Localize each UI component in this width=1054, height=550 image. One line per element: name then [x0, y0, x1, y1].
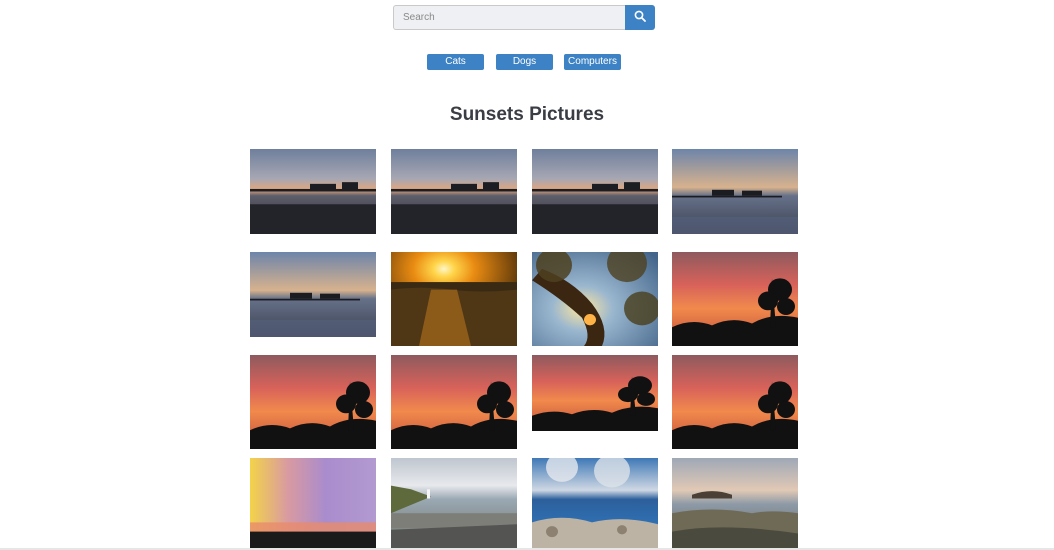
- gallery-image[interactable]: [391, 458, 517, 550]
- category-button-computers[interactable]: Computers: [564, 54, 621, 70]
- category-button-dogs[interactable]: Dogs: [496, 54, 553, 70]
- gallery-image[interactable]: [391, 252, 517, 346]
- search-button[interactable]: [625, 5, 655, 30]
- page: Cats Dogs Computers Sunsets Pictures: [0, 0, 1054, 550]
- gallery-image[interactable]: [532, 149, 658, 234]
- page-title: Sunsets Pictures: [449, 104, 605, 125]
- search-input[interactable]: [393, 5, 625, 30]
- gallery-image[interactable]: [672, 355, 798, 449]
- gallery-image[interactable]: [532, 252, 658, 346]
- search-bar: [393, 5, 655, 30]
- gallery-image[interactable]: [672, 252, 798, 346]
- gallery-image[interactable]: [250, 252, 376, 337]
- search-icon: [634, 10, 646, 25]
- gallery-image[interactable]: [672, 149, 798, 234]
- gallery-image[interactable]: [672, 458, 798, 550]
- gallery-image[interactable]: [250, 355, 376, 449]
- gallery-image[interactable]: [532, 458, 658, 550]
- gallery-image[interactable]: [250, 149, 376, 234]
- gallery-image[interactable]: [250, 458, 376, 550]
- gallery-image[interactable]: [532, 355, 658, 431]
- gallery-image[interactable]: [391, 355, 517, 449]
- category-button-cats[interactable]: Cats: [427, 54, 484, 70]
- gallery-image[interactable]: [391, 149, 517, 234]
